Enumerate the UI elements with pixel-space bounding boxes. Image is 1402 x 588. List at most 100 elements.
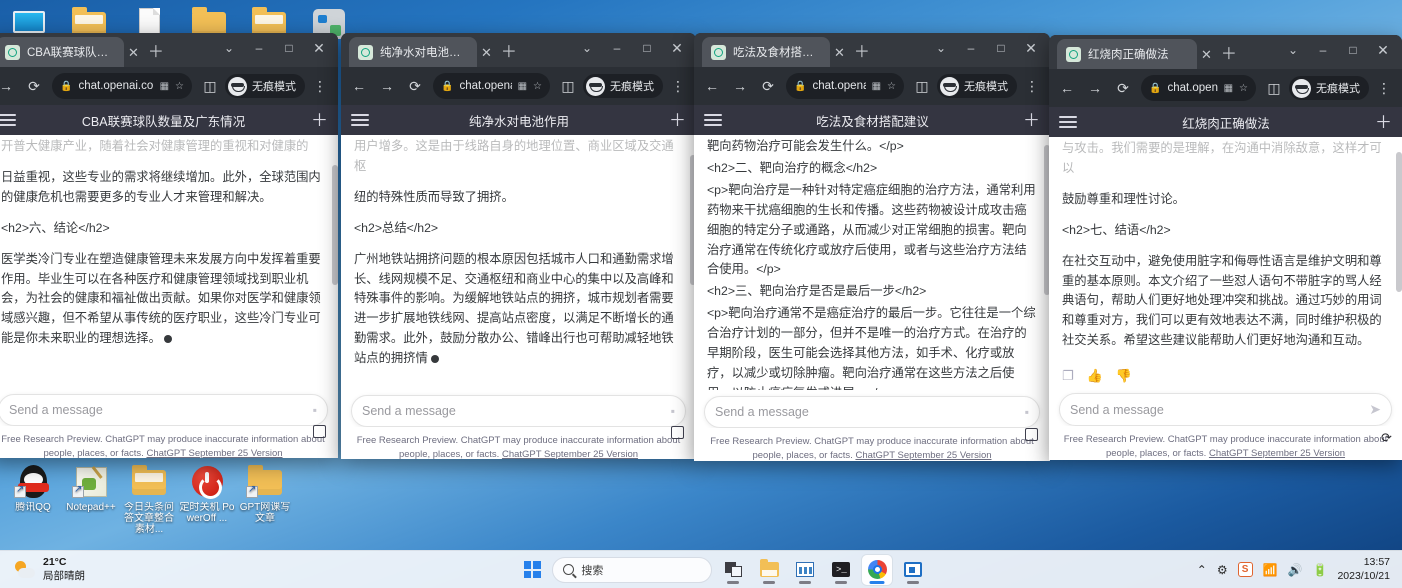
volume-icon[interactable]: 🔊 [1288,564,1303,576]
side-panel-icon[interactable]: ◫ [909,73,935,99]
browser-window-2[interactable]: 纯净水对电池作用 ✕ ＋ ⌄ – □ ✕ ← → ⟳ 🔒 chat.openai… [341,33,696,459]
incognito-badge[interactable]: 无痕模式 [225,74,305,98]
new-tab-icon[interactable]: ＋ [1221,40,1237,64]
scrollbar-thumb[interactable] [332,165,338,285]
back-icon[interactable]: ← [699,73,725,99]
close-button[interactable]: ✕ [1368,37,1398,63]
incognito-badge[interactable]: 无痕模式 [583,74,663,98]
browser-tab[interactable]: 红烧肉正确做法 [1057,39,1197,69]
tab-close-icon[interactable]: ✕ [128,46,139,59]
start-button[interactable] [518,556,546,584]
taskbar-app-chrome[interactable] [862,554,893,585]
send-icon[interactable]: ▪ [1025,405,1029,419]
close-button[interactable]: ✕ [662,35,692,61]
taskbar-search[interactable]: 搜索 [552,556,713,583]
taskbar-app-terminal[interactable]: >_ [826,555,856,585]
address-bar[interactable]: 🔒 chat.openai.com... ▦ ☆ [52,73,192,99]
send-icon[interactable]: ▪ [313,403,317,417]
bookmark-star-icon[interactable]: ☆ [887,81,896,92]
forward-icon[interactable]: → [727,73,753,99]
side-panel-icon[interactable]: ◫ [1261,75,1287,101]
taskbar-app-chart[interactable] [790,555,820,585]
message-input[interactable]: Send a message [9,403,305,417]
send-icon[interactable]: ➤ [1369,401,1381,418]
message-composer[interactable]: Send a message ➤ [1059,393,1392,426]
menu-icon[interactable] [0,114,16,126]
close-button[interactable]: ✕ [304,35,334,61]
taskbar-app-task-view[interactable] [718,555,748,585]
taskbar-app-video[interactable] [898,555,928,585]
menu-icon[interactable] [1059,116,1077,128]
version-link[interactable]: ChatGPT September 25 Version [502,449,638,459]
message-composer[interactable]: Send a message ▪ [704,396,1040,428]
desktop-icon-toutiao-folder[interactable]: 今日头条问答文章整合素材... [120,458,178,536]
browser-window-1[interactable]: CBA联赛球队数量及广东情况 ✕ ＋ ⌄ – □ ✕ → ⟳ 🔒 chat.op… [0,33,338,458]
message-input[interactable]: Send a message [362,404,663,418]
menu-icon[interactable] [704,114,722,126]
desktop-icon-gpt-folder[interactable]: GPT网课写文章 [236,458,294,536]
message-input[interactable]: Send a message [1070,403,1361,417]
maximize-button[interactable]: □ [986,35,1016,61]
new-chat-icon[interactable]: ＋ [1375,114,1392,131]
tab-close-icon[interactable]: ✕ [834,46,845,59]
chrome-menu-icon[interactable]: ⋮ [307,73,333,99]
tab-search-icon[interactable]: ⌄ [572,35,602,61]
back-icon[interactable]: ← [1054,75,1080,101]
minimize-button[interactable]: – [244,35,274,61]
side-panel-icon[interactable]: ◫ [197,73,223,99]
new-tab-icon[interactable]: ＋ [501,38,517,62]
tray-app-icon[interactable]: ⚙ [1217,564,1228,576]
browser-tab[interactable]: 纯净水对电池作用 [349,37,477,67]
address-bar[interactable]: 🔒 chat.openai.com... ▦ ☆ [1141,75,1256,101]
stop-generating-button[interactable] [313,425,326,438]
copy-icon[interactable]: ❐ [1062,368,1074,384]
maximize-button[interactable]: □ [632,35,662,61]
taskbar-app-file-explorer[interactable] [754,555,784,585]
tab-search-icon[interactable]: ⌄ [1278,37,1308,63]
qr-code-icon[interactable]: ▦ [1224,83,1233,94]
new-tab-icon[interactable]: ＋ [148,38,164,62]
forward-icon[interactable]: → [374,73,400,99]
send-icon[interactable]: ▪ [671,404,675,418]
qr-code-icon[interactable]: ▦ [160,81,169,92]
new-chat-icon[interactable]: ＋ [669,112,686,129]
version-link[interactable]: ChatGPT September 25 Version [855,450,991,461]
bookmark-star-icon[interactable]: ☆ [1239,83,1248,94]
chrome-menu-icon[interactable]: ⋮ [1371,75,1397,101]
version-link[interactable]: ChatGPT September 25 Version [1209,448,1345,459]
wifi-icon[interactable]: 📶 [1263,564,1278,576]
minimize-button[interactable]: – [1308,37,1338,63]
message-composer[interactable]: Send a message ▪ [351,395,686,427]
weather-widget[interactable]: 21°C 局部晴朗 [0,556,250,582]
qr-code-icon[interactable]: ▦ [872,81,881,92]
side-panel-icon[interactable]: ◫ [555,73,581,99]
browser-tab[interactable]: CBA联赛球队数量及广东情况 [0,37,124,67]
desktop-icon-tencent-qq[interactable]: 腾讯QQ [4,458,62,536]
reload-icon[interactable]: ⟳ [402,73,428,99]
browser-window-4[interactable]: 红烧肉正确做法 ✕ ＋ ⌄ – □ ✕ ← → ⟳ 🔒 chat.openai.… [1049,35,1402,460]
desktop-icon-notepadpp[interactable]: Notepad++ [62,458,120,536]
battery-icon[interactable]: 🔋 [1312,564,1327,576]
bookmark-star-icon[interactable]: ☆ [533,81,542,92]
menu-icon[interactable] [351,114,369,126]
scrollbar-thumb[interactable] [1396,152,1402,292]
chrome-menu-icon[interactable]: ⋮ [1019,73,1045,99]
version-link[interactable]: ChatGPT September 25 Version [146,448,282,458]
reload-icon[interactable]: ⟳ [21,73,47,99]
back-icon[interactable]: ← [346,73,372,99]
tab-close-icon[interactable]: ✕ [1201,48,1212,61]
incognito-badge[interactable]: 无痕模式 [1289,76,1369,100]
show-hidden-icons-chevron-icon[interactable]: ⌃ [1197,564,1207,576]
desktop-icon-poweroff[interactable]: 定时关机 PowerOff ... [178,458,236,536]
tab-close-icon[interactable]: ✕ [481,46,492,59]
maximize-button[interactable]: □ [1338,37,1368,63]
chrome-menu-icon[interactable]: ⋮ [665,73,691,99]
minimize-button[interactable]: – [602,35,632,61]
address-bar[interactable]: 🔒 chat.openai.com... ▦ ☆ [433,73,550,99]
close-button[interactable]: ✕ [1016,35,1046,61]
new-chat-icon[interactable]: ＋ [311,112,328,129]
minimize-button[interactable]: – [956,35,986,61]
thumbs-up-icon[interactable]: 👍 [1087,368,1103,384]
incognito-badge[interactable]: 无痕模式 [937,74,1017,98]
browser-window-3[interactable]: 吃法及食材搭配建议 ✕ ＋ ⌄ – □ ✕ ← → ⟳ 🔒 chat.opena… [694,33,1050,461]
